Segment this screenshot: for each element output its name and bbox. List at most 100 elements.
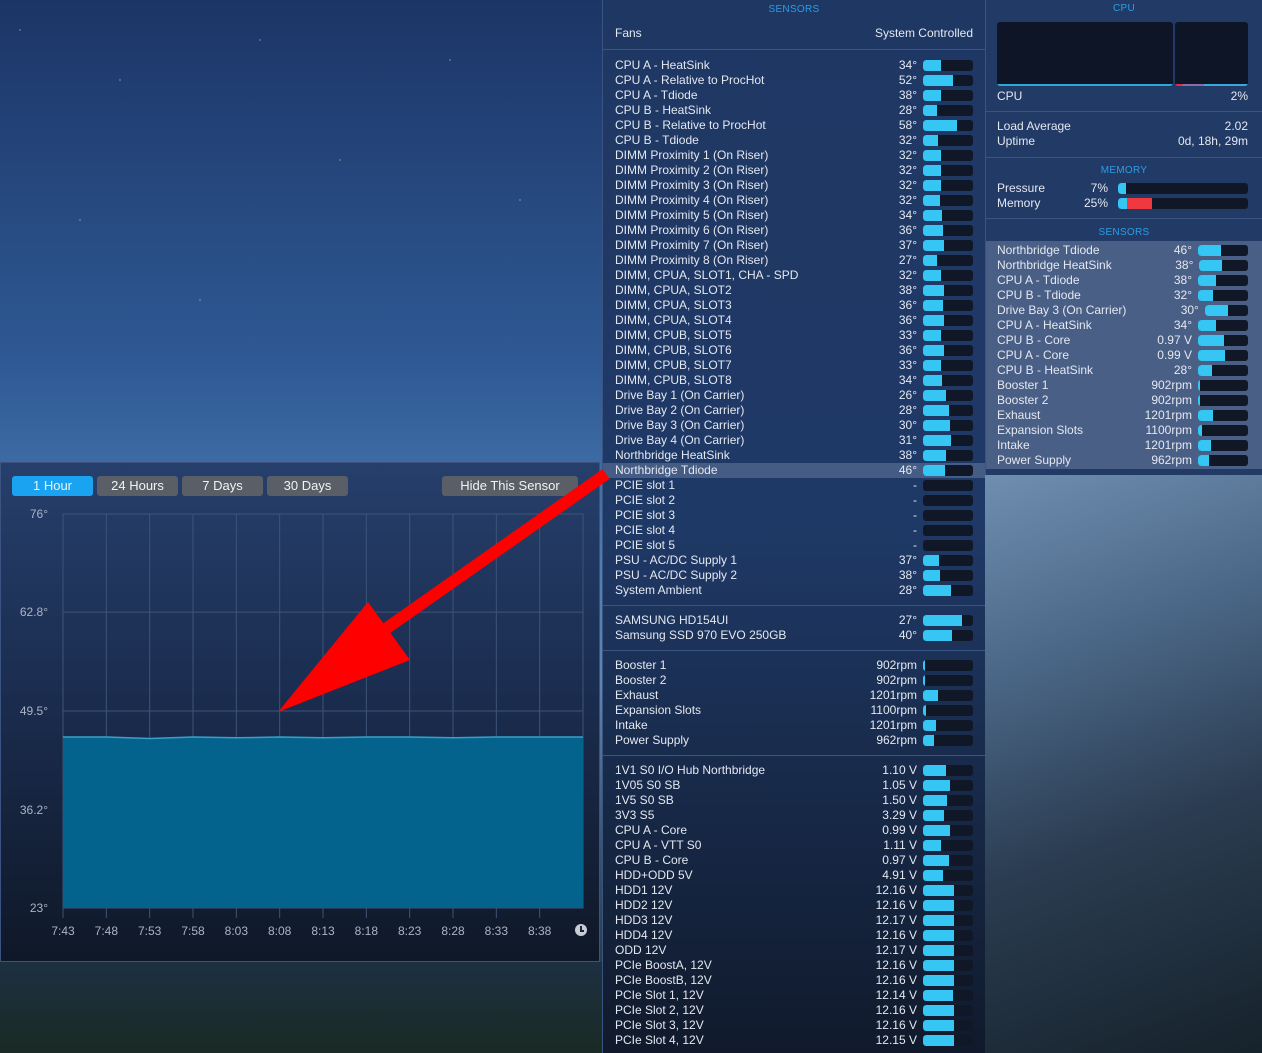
sensor-row[interactable]: HDD1 12V 12.16 V [615, 883, 973, 898]
sensor-row[interactable]: DIMM Proximity 4 (On Riser) 32° [615, 193, 973, 208]
pinned-sensor-row[interactable]: Power Supply 962rpm [997, 453, 1248, 468]
sensor-row[interactable]: PCIe BoostB, 12V 12.16 V [615, 973, 973, 988]
fans-mode[interactable]: System Controlled [875, 26, 973, 41]
sensor-label: DIMM, CPUB, SLOT8 [615, 373, 732, 387]
sensor-row[interactable]: PCIE slot 1 - [615, 478, 973, 493]
pinned-sensor-row[interactable]: Exhaust 1201rpm [997, 408, 1248, 423]
sensor-row[interactable]: DIMM Proximity 5 (On Riser) 34° [615, 208, 973, 223]
sensor-value: 12.16 V [875, 973, 917, 987]
memory-label: Memory [997, 196, 1041, 210]
pinned-sensor-row[interactable]: CPU A - HeatSink 34° [997, 318, 1248, 333]
sensor-row[interactable]: DIMM Proximity 8 (On Riser) 27° [615, 253, 973, 268]
sensor-row[interactable]: DIMM, CPUA, SLOT4 36° [615, 313, 973, 328]
sensor-bar-fill [923, 285, 944, 296]
memory-value: 25% [1083, 196, 1108, 210]
divider [603, 49, 985, 50]
sensor-row[interactable]: HDD3 12V 12.17 V [615, 913, 973, 928]
sensor-row[interactable]: Drive Bay 3 (On Carrier) 30° [615, 418, 973, 433]
sensor-row[interactable]: PCIE slot 3 - [615, 508, 973, 523]
sensor-row[interactable]: DIMM, CPUB, SLOT7 33° [615, 358, 973, 373]
sensor-row[interactable]: 1V5 S0 SB 1.50 V [615, 793, 973, 808]
sensor-row[interactable]: DIMM, CPUA, SLOT1, CHA - SPD 32° [615, 268, 973, 283]
sensor-row[interactable]: Expansion Slots 1100rpm [615, 703, 973, 718]
sensor-row[interactable]: Drive Bay 1 (On Carrier) 26° [615, 388, 973, 403]
sensor-row[interactable]: CPU B - HeatSink 28° [615, 103, 973, 118]
sensor-row[interactable]: Samsung SSD 970 EVO 250GB 40° [615, 628, 973, 643]
pinned-sensor-row[interactable]: CPU B - HeatSink 28° [997, 363, 1248, 378]
sensor-row[interactable]: CPU B - Relative to ProcHot 58° [615, 118, 973, 133]
sensor-row[interactable]: HDD4 12V 12.16 V [615, 928, 973, 943]
sensor-row[interactable]: Northbridge HeatSink 38° [615, 448, 973, 463]
sensor-row[interactable]: DIMM, CPUB, SLOT8 34° [615, 373, 973, 388]
sensor-row[interactable]: HDD+ODD 5V 4.91 V [615, 868, 973, 883]
sensor-row[interactable]: 1V05 S0 SB 1.05 V [615, 778, 973, 793]
sensor-row[interactable]: PCIe Slot 2, 12V 12.16 V [615, 1003, 973, 1018]
sensor-value: 37° [898, 238, 917, 252]
memory-row: Memory 25% [997, 196, 1248, 211]
sensor-row[interactable]: Exhaust 1201rpm [615, 688, 973, 703]
sensor-row[interactable]: DIMM Proximity 2 (On Riser) 32° [615, 163, 973, 178]
pinned-sensor-row[interactable]: CPU B - Tdiode 32° [997, 288, 1248, 303]
sensor-row[interactable]: PCIe BoostA, 12V 12.16 V [615, 958, 973, 973]
sensor-row[interactable]: DIMM, CPUB, SLOT6 36° [615, 343, 973, 358]
clock-icon[interactable] [575, 924, 587, 936]
sensor-row[interactable]: CPU A - HeatSink 34° [615, 58, 973, 73]
sensor-row[interactable]: CPU A - VTT S0 1.11 V [615, 838, 973, 853]
sensor-label: Intake [615, 718, 648, 732]
sensor-row[interactable]: PCIE slot 5 - [615, 538, 973, 553]
sensor-value: 38° [898, 88, 917, 102]
pinned-sensor-row[interactable]: Drive Bay 3 (On Carrier) 30° [997, 303, 1248, 318]
sensor-row[interactable]: PCIe Slot 1, 12V 12.14 V [615, 988, 973, 1003]
sensor-value: 12.17 V [875, 943, 917, 957]
sensor-row[interactable]: DIMM Proximity 6 (On Riser) 36° [615, 223, 973, 238]
sensor-row[interactable]: Drive Bay 2 (On Carrier) 28° [615, 403, 973, 418]
pinned-sensor-row[interactable]: Northbridge Tdiode 46° [997, 243, 1248, 258]
sensor-row[interactable]: 3V3 S5 3.29 V [615, 808, 973, 823]
sensor-row[interactable]: PCIe Slot 3, 12V 12.16 V [615, 1018, 973, 1033]
sensor-row[interactable]: CPU A - Relative to ProcHot 52° [615, 73, 973, 88]
sensor-row[interactable]: CPU B - Tdiode 32° [615, 133, 973, 148]
sensor-row[interactable]: HDD2 12V 12.16 V [615, 898, 973, 913]
sensor-row[interactable]: PCIe Slot 4, 12V 12.15 V [615, 1033, 973, 1048]
sensor-row[interactable]: PSU - AC/DC Supply 1 37° [615, 553, 973, 568]
fans-mode-row[interactable]: Fans System Controlled [615, 26, 973, 41]
sensor-row[interactable]: PCIE slot 2 - [615, 493, 973, 508]
sensor-row[interactable]: 1V1 S0 I/O Hub Northbridge 1.10 V [615, 763, 973, 778]
sensor-row[interactable]: CPU A - Core 0.99 V [615, 823, 973, 838]
sensor-row[interactable]: DIMM, CPUB, SLOT5 33° [615, 328, 973, 343]
sensor-row[interactable]: Booster 2 902rpm [615, 673, 973, 688]
sensor-row[interactable]: CPU A - Tdiode 38° [615, 88, 973, 103]
pinned-sensor-row[interactable]: Booster 1 902rpm [997, 378, 1248, 393]
sensor-row[interactable]: CPU B - Core 0.97 V [615, 853, 973, 868]
sensor-row[interactable]: PCIE slot 4 - [615, 523, 973, 538]
sensor-row[interactable]: DIMM Proximity 7 (On Riser) 37° [615, 238, 973, 253]
sensor-row[interactable]: Booster 1 902rpm [615, 658, 973, 673]
sensor-row[interactable]: ODD 12V 12.17 V [615, 943, 973, 958]
sensor-bar-fill [1199, 260, 1222, 271]
sensor-row[interactable]: Power Supply 962rpm [615, 733, 973, 748]
sensor-value: 1100rpm [870, 703, 917, 717]
pinned-sensor-row[interactable]: CPU B - Core 0.97 V [997, 333, 1248, 348]
sensor-row[interactable]: DIMM, CPUA, SLOT2 38° [615, 283, 973, 298]
sensor-row[interactable]: Drive Bay 4 (On Carrier) 31° [615, 433, 973, 448]
sensor-row[interactable]: Northbridge Tdiode 46° [603, 463, 985, 478]
sensor-label: PCIE slot 1 [615, 478, 676, 492]
pinned-sensor-row[interactable]: Expansion Slots 1100rpm [997, 423, 1248, 438]
sensor-bar-fill [923, 375, 942, 386]
sensor-row[interactable]: DIMM, CPUA, SLOT3 36° [615, 298, 973, 313]
x-tick-label: 8:18 [355, 924, 379, 938]
pinned-sensor-row[interactable]: CPU A - Tdiode 38° [997, 273, 1248, 288]
pinned-sensor-row[interactable]: Booster 2 902rpm [997, 393, 1248, 408]
sensor-row[interactable]: SAMSUNG HD154UI 27° [615, 613, 973, 628]
pinned-sensor-row[interactable]: Northbridge HeatSink 38° [997, 258, 1248, 273]
sensor-row[interactable]: Intake 1201rpm [615, 718, 973, 733]
sensor-value: 902rpm [1151, 378, 1192, 392]
sensor-row[interactable]: DIMM Proximity 3 (On Riser) 32° [615, 178, 973, 193]
sensor-row[interactable]: DIMM Proximity 1 (On Riser) 32° [615, 148, 973, 163]
sensor-label: PCIe Slot 2, 12V [615, 1003, 704, 1017]
pinned-sensor-row[interactable]: Intake 1201rpm [997, 438, 1248, 453]
sensor-row[interactable]: System Ambient 28° [615, 583, 973, 598]
pinned-sensor-row[interactable]: CPU A - Core 0.99 V [997, 348, 1248, 363]
sensor-label: DIMM, CPUB, SLOT5 [615, 328, 732, 342]
sensor-row[interactable]: PSU - AC/DC Supply 2 38° [615, 568, 973, 583]
